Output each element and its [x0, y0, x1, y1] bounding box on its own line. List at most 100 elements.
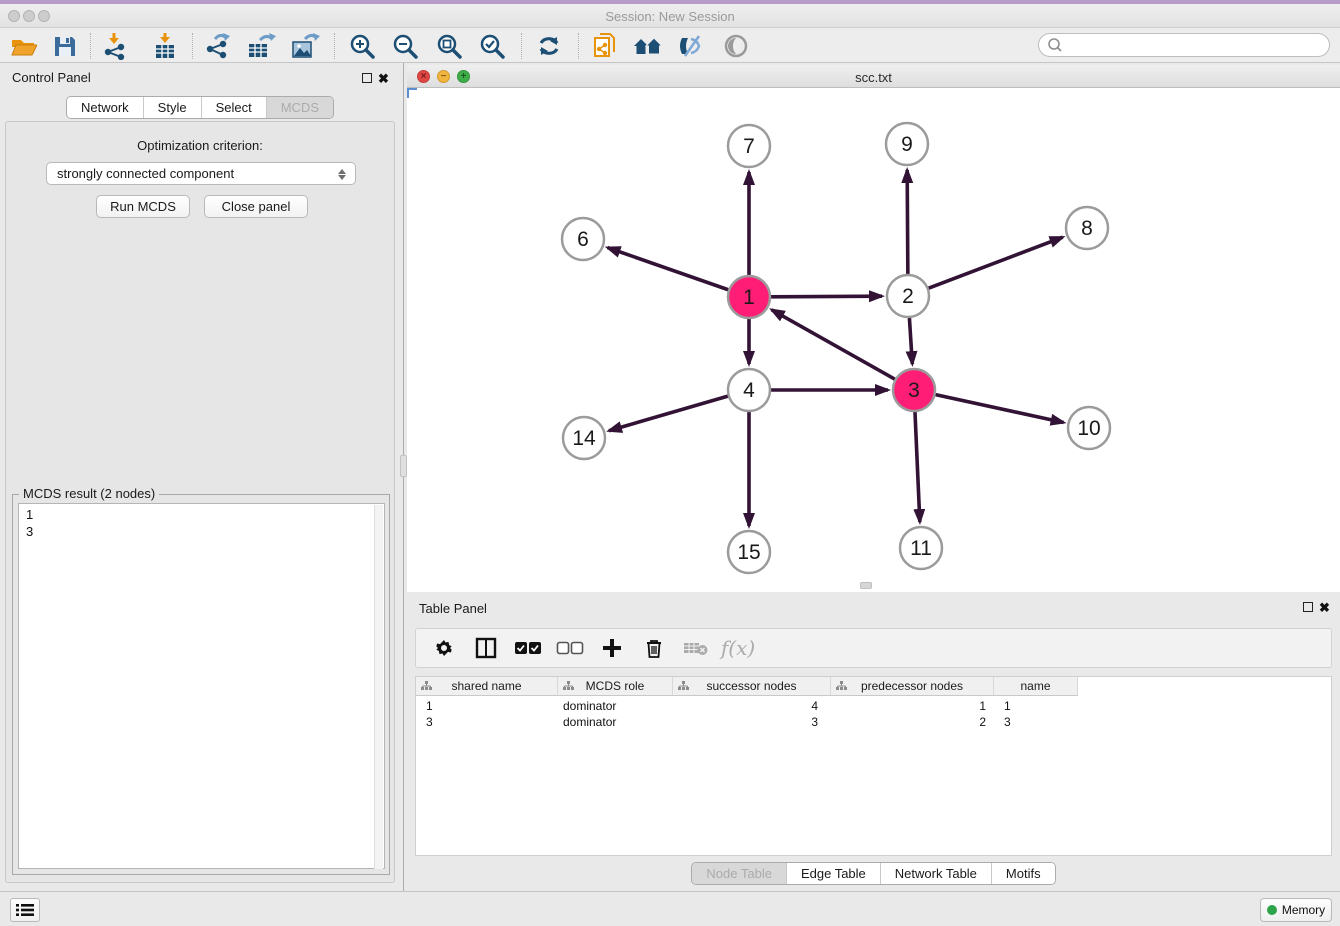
session-home-icon[interactable]	[631, 31, 665, 61]
export-table-icon[interactable]	[244, 31, 278, 61]
cell-predecessor-nodes[interactable]: 2	[831, 714, 986, 730]
graph-edge-1-2[interactable]	[771, 296, 882, 297]
control-panel: Control Panel ✖ Network Style Select MCD…	[0, 63, 400, 891]
gear-icon[interactable]	[430, 634, 458, 662]
table-toolbar: f(x)	[415, 628, 1332, 668]
tab-node-table[interactable]: Node Table	[692, 863, 786, 884]
network-canvas[interactable]: 7 9 6 8 1 2 4 3 14 10 15 11	[407, 88, 1340, 592]
svg-text:14: 14	[572, 427, 596, 450]
graph-edge-2-3[interactable]	[909, 318, 912, 364]
vertical-splitter[interactable]	[400, 63, 407, 891]
memory-button[interactable]: Memory	[1260, 898, 1332, 922]
graph-edge-3-11[interactable]	[915, 412, 920, 522]
column-header-name[interactable]: name	[994, 677, 1078, 696]
float-panel-icon[interactable]	[1303, 602, 1313, 612]
graph-node-3[interactable]: 3	[893, 369, 935, 411]
memory-label: Memory	[1282, 903, 1325, 917]
graph-edge-3-1[interactable]	[772, 310, 895, 379]
window-title: Session: New Session	[0, 9, 1340, 24]
column-type-icon	[678, 681, 689, 691]
column-header-mcds-role[interactable]: MCDS role	[558, 677, 673, 696]
cell-mcds-role[interactable]: dominator	[563, 714, 616, 730]
table-row[interactable]: 3 dominator 3 2 3	[416, 714, 1332, 730]
tab-select[interactable]: Select	[201, 97, 266, 118]
cell-mcds-role[interactable]: dominator	[563, 698, 616, 714]
table-row[interactable]: 1 dominator 4 1 1	[416, 698, 1332, 714]
search-input[interactable]	[1063, 35, 1329, 55]
tab-motifs[interactable]: Motifs	[991, 863, 1055, 884]
list-icon	[16, 903, 34, 917]
open-session-icon[interactable]	[6, 31, 40, 61]
column-type-icon	[836, 681, 847, 691]
graph-node-2[interactable]: 2	[887, 275, 929, 317]
clone-network-icon[interactable]	[588, 31, 622, 61]
export-network-icon[interactable]	[200, 31, 234, 61]
graph-node-15[interactable]: 15	[728, 531, 770, 573]
cell-shared-name[interactable]: 3	[426, 714, 433, 730]
close-panel-icon[interactable]: ✖	[378, 71, 389, 87]
cell-shared-name[interactable]: 1	[426, 698, 433, 714]
float-panel-icon[interactable]	[362, 73, 372, 83]
cell-successor-nodes[interactable]: 3	[673, 714, 818, 730]
apply-layout-icon[interactable]	[532, 31, 566, 61]
select-all-checkboxes-icon[interactable]	[514, 634, 542, 662]
graph-node-7[interactable]: 7	[728, 125, 770, 167]
graph-node-6[interactable]: 6	[562, 218, 604, 260]
graph-edge-3-10[interactable]	[935, 395, 1063, 423]
result-scrollbar[interactable]	[374, 505, 383, 869]
graph-node-1[interactable]: 1	[728, 276, 770, 318]
graph-edge-2-9[interactable]	[907, 170, 908, 274]
result-line: 1	[26, 506, 384, 523]
splitter-grip[interactable]	[400, 455, 407, 477]
column-header-shared-name[interactable]: shared name	[416, 677, 558, 696]
tab-edge-table[interactable]: Edge Table	[786, 863, 880, 884]
column-header-predecessor-nodes[interactable]: predecessor nodes	[831, 677, 994, 696]
graph-node-11[interactable]: 11	[900, 527, 942, 569]
cell-successor-nodes[interactable]: 4	[673, 698, 818, 714]
horizontal-splitter-grip[interactable]	[860, 582, 872, 589]
graph-node-4[interactable]: 4	[728, 369, 770, 411]
tab-network[interactable]: Network	[67, 97, 143, 118]
export-image-icon[interactable]	[288, 31, 322, 61]
zoom-selected-icon[interactable]	[475, 31, 509, 61]
cell-name[interactable]: 1	[1004, 698, 1011, 714]
mcds-result-textarea[interactable]: 1 3	[18, 503, 385, 869]
column-header-successor-nodes[interactable]: successor nodes	[673, 677, 831, 696]
close-panel-button[interactable]: Close panel	[204, 195, 308, 218]
cell-name[interactable]: 3	[1004, 714, 1011, 730]
network-window: × − + scc.txt 7968124314101511	[407, 63, 1340, 592]
node-table: shared name MCDS role successor nodes pr…	[415, 676, 1332, 856]
svg-text:3: 3	[908, 379, 920, 402]
zoom-out-icon[interactable]	[388, 31, 422, 61]
tab-mcds[interactable]: MCDS	[266, 97, 333, 118]
task-history-button[interactable]	[10, 898, 40, 922]
graph-edge-4-14[interactable]	[609, 396, 728, 431]
zoom-in-icon[interactable]	[345, 31, 379, 61]
run-mcds-button[interactable]: Run MCDS	[96, 195, 190, 218]
tab-style[interactable]: Style	[143, 97, 201, 118]
split-columns-icon[interactable]	[472, 634, 500, 662]
optimization-criterion-select[interactable]: strongly connected component	[46, 162, 356, 185]
graph-edge-2-8[interactable]	[929, 237, 1063, 288]
add-column-icon[interactable]	[598, 634, 626, 662]
graph-node-8[interactable]: 8	[1066, 207, 1108, 249]
tab-network-table[interactable]: Network Table	[880, 863, 991, 884]
graph-node-14[interactable]: 14	[563, 417, 605, 459]
delete-column-icon[interactable]	[640, 634, 668, 662]
cell-predecessor-nodes[interactable]: 1	[831, 698, 986, 714]
save-session-icon[interactable]	[48, 31, 82, 61]
toolbar-separator	[192, 33, 193, 59]
graph-node-9[interactable]: 9	[886, 123, 928, 165]
graph-node-10[interactable]: 10	[1068, 407, 1110, 449]
control-panel-title: Control Panel	[12, 70, 91, 85]
svg-text:9: 9	[901, 133, 913, 156]
deselect-all-checkboxes-icon[interactable]	[556, 634, 584, 662]
close-panel-icon[interactable]: ✖	[1319, 600, 1330, 616]
hide-panels-icon[interactable]	[674, 31, 708, 61]
import-network-icon[interactable]	[98, 31, 132, 61]
graph-edge-1-6[interactable]	[608, 248, 729, 290]
zoom-fit-icon[interactable]	[432, 31, 466, 61]
svg-text:10: 10	[1077, 417, 1100, 440]
import-table-icon[interactable]	[148, 31, 182, 61]
show-panels-icon[interactable]	[719, 31, 753, 61]
